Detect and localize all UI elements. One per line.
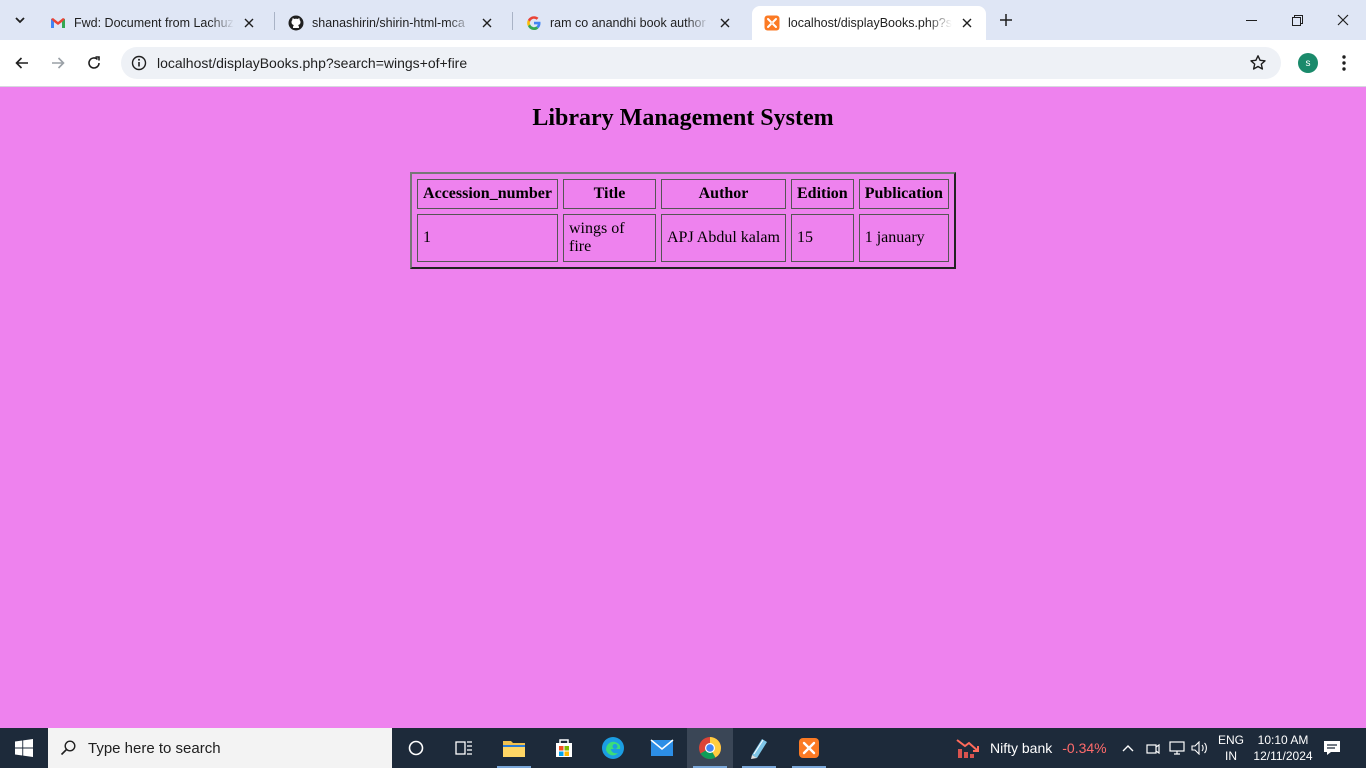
tab-localhost[interactable]: localhost/displayBooks.php?search (752, 6, 986, 40)
restore-icon (1291, 14, 1303, 26)
github-icon (288, 15, 304, 31)
minimize-button[interactable] (1228, 0, 1274, 40)
cell-edition: 15 (791, 214, 854, 262)
reload-button[interactable] (80, 49, 108, 77)
new-tab-button[interactable] (994, 8, 1018, 32)
search-placeholder: Type here to search (88, 739, 221, 757)
network-icon[interactable] (1167, 738, 1187, 758)
language-code: ENG (1218, 733, 1245, 747)
tab-separator (274, 12, 275, 30)
column-header-title: Title (563, 179, 656, 209)
cell-publication: 1 january (858, 214, 949, 262)
taskbar: Type here to search Nifty bank -0.34% EN… (0, 728, 1366, 768)
stock-change: -0.34% (1062, 740, 1107, 756)
cortana-circle-icon (408, 740, 424, 756)
microsoft-store-app[interactable] (541, 728, 587, 768)
tab-strip: Fwd: Document from Lachuzzzz shanashirin… (0, 0, 1366, 40)
forward-button[interactable] (44, 49, 72, 77)
clock-date: 12/11/2024 (1253, 749, 1313, 763)
page-content: Library Management System Accession_numb… (0, 87, 1366, 728)
folder-icon (503, 741, 525, 757)
tab-title: ram co anandhi book author - Google (550, 16, 710, 30)
arrow-left-icon (15, 57, 28, 69)
plus-icon (1000, 14, 1012, 26)
more-vertical-icon (1342, 55, 1346, 71)
xampp-app[interactable] (786, 728, 832, 768)
google-icon (526, 15, 542, 31)
windows-logo-icon (15, 739, 33, 757)
close-icon (1337, 14, 1349, 26)
tab-title: shanashirin/shirin-html-mca (312, 16, 465, 30)
column-header-edition: Edition (791, 179, 854, 209)
table-row: 1 wings of fire APJ Abdul kalam 15 1 jan… (417, 214, 949, 262)
column-header-author: Author (661, 179, 786, 209)
xampp-icon (799, 738, 819, 758)
page-title: Library Management System (532, 105, 834, 131)
tab-title: localhost/displayBooks.php?search (788, 16, 952, 30)
close-icon[interactable] (958, 14, 976, 32)
close-icon[interactable] (716, 14, 734, 32)
gmail-icon (50, 15, 66, 31)
close-icon[interactable] (240, 14, 258, 32)
url-text[interactable]: localhost/displayBooks.php?search=wings+… (157, 55, 467, 71)
chevron-down-icon (15, 17, 25, 24)
edge-app[interactable] (590, 728, 636, 768)
close-icon[interactable] (478, 14, 496, 32)
task-view-button[interactable] (441, 728, 487, 768)
meet-now-icon[interactable] (1143, 738, 1163, 758)
browser-toolbar: localhost/displayBooks.php?search=wings+… (0, 40, 1366, 87)
back-button[interactable] (8, 49, 36, 77)
mail-envelope-icon (650, 739, 674, 756)
tab-search-button[interactable] (6, 6, 34, 34)
notification-center-button[interactable] (1322, 738, 1342, 758)
notepad-app[interactable] (736, 728, 782, 768)
cortana-button[interactable] (393, 728, 439, 768)
close-window-button[interactable] (1320, 0, 1366, 40)
start-button[interactable] (0, 728, 48, 768)
column-header-accession-number: Accession_number (417, 179, 558, 209)
address-bar[interactable]: localhost/displayBooks.php?search=wings+… (121, 47, 1281, 79)
bookmark-star-icon[interactable] (1249, 54, 1267, 77)
chrome-app[interactable] (687, 728, 733, 768)
browser-menu-button[interactable] (1332, 49, 1356, 77)
notification-icon (1324, 741, 1340, 755)
clock-time: 10:10 AM (1257, 733, 1309, 747)
xampp-icon (764, 15, 780, 31)
show-hidden-icons-button[interactable] (1118, 738, 1138, 758)
tab-google-search[interactable]: ram co anandhi book author - Google (514, 6, 744, 40)
notepad-icon (751, 739, 767, 759)
restore-button[interactable] (1274, 0, 1320, 40)
cell-accession-number: 1 (417, 214, 558, 262)
table-header-row: Accession_number Title Author Edition Pu… (417, 179, 949, 209)
task-view-icon (455, 741, 472, 755)
store-icon (556, 739, 572, 757)
chrome-icon (699, 737, 721, 759)
stock-down-chart-icon (956, 739, 979, 758)
books-table: Accession_number Title Author Edition Pu… (410, 172, 956, 269)
stock-widget[interactable]: Nifty bank -0.34% (956, 728, 1107, 768)
chevron-up-icon (1122, 745, 1134, 752)
stock-name: Nifty bank (990, 740, 1053, 756)
tab-title: Fwd: Document from Lachuzzzz (74, 16, 234, 30)
edge-browser-icon (602, 737, 624, 759)
profile-avatar[interactable]: s (1298, 53, 1318, 73)
tab-github[interactable]: shanashirin/shirin-html-mca (276, 6, 506, 40)
language-region: IN (1225, 749, 1237, 763)
arrow-right-icon (52, 57, 65, 69)
tab-separator (512, 12, 513, 30)
tab-gmail[interactable]: Fwd: Document from Lachuzzzz (38, 6, 268, 40)
mail-app[interactable] (639, 728, 685, 768)
cell-title: wings of fire (563, 214, 656, 262)
column-header-publication: Publication (858, 179, 949, 209)
volume-icon[interactable] (1190, 738, 1210, 758)
file-explorer-app[interactable] (491, 728, 537, 768)
info-icon[interactable] (123, 55, 155, 71)
input-language-indicator[interactable]: ENG IN (1218, 732, 1244, 764)
minimize-icon (1245, 19, 1257, 21)
cell-author: APJ Abdul kalam (661, 214, 786, 262)
reload-icon (88, 56, 100, 69)
taskbar-search-box[interactable]: Type here to search (48, 728, 392, 768)
system-clock[interactable]: 10:10 AM 12/11/2024 (1250, 732, 1316, 764)
search-icon (48, 740, 88, 756)
